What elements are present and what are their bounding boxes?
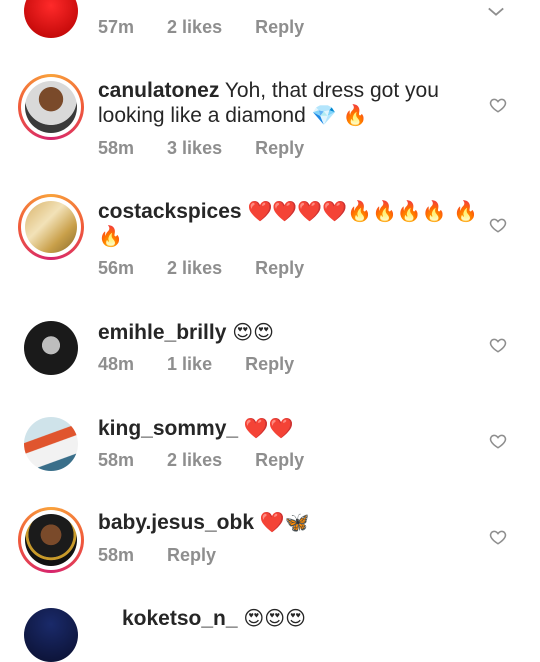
avatar[interactable] bbox=[24, 608, 78, 662]
avatar[interactable] bbox=[24, 0, 78, 38]
comment-username[interactable]: emihle_brilly bbox=[98, 321, 226, 344]
comment-meta: 56m 2 likes Reply bbox=[98, 258, 332, 279]
reply-button[interactable]: Reply bbox=[245, 354, 294, 374]
comment-username[interactable]: costackspices bbox=[98, 200, 242, 223]
comment-emoji: 💎 🔥 bbox=[311, 103, 368, 127]
comment-text: koketso_n_ 😍😍😍 bbox=[122, 606, 502, 631]
heart-outline-icon[interactable] bbox=[489, 432, 507, 450]
comment-time: 56m bbox=[98, 258, 135, 278]
comment-username[interactable]: koketso_n_ bbox=[122, 607, 238, 630]
avatar bbox=[25, 81, 77, 133]
comment-likes[interactable]: 1 like bbox=[167, 354, 212, 374]
comment-meta: 48m 1 like Reply bbox=[98, 354, 322, 375]
comment-emoji: 😍😍 bbox=[232, 320, 274, 344]
avatar[interactable] bbox=[24, 417, 78, 471]
comment-likes[interactable]: 2 likes bbox=[167, 17, 222, 37]
comment-text: king_sommy_ ❤️❤️ bbox=[98, 416, 478, 441]
comment-text: costackspices ❤️❤️❤️❤️🔥🔥🔥🔥 🔥🔥 bbox=[98, 199, 478, 249]
comment-text: emihle_brilly 😍😍 bbox=[98, 320, 478, 345]
comment-username[interactable]: baby.jesus_obk bbox=[98, 511, 254, 534]
comment-time: 48m bbox=[98, 354, 135, 374]
comment-text: baby.jesus_obk ❤️🦋 bbox=[98, 510, 478, 535]
heart-outline-icon[interactable] bbox=[489, 336, 507, 354]
reply-button[interactable]: Reply bbox=[255, 450, 304, 470]
avatar-story-ring[interactable] bbox=[18, 507, 84, 573]
comment-text: canulatonez Yoh, that dress got you look… bbox=[98, 79, 478, 128]
comment-likes[interactable]: 3 likes bbox=[167, 138, 222, 158]
comment-emoji: 😍😍😍 bbox=[243, 606, 306, 630]
comment-time: 57m bbox=[98, 17, 135, 37]
heart-outline-icon[interactable] bbox=[489, 528, 507, 546]
avatar[interactable] bbox=[24, 321, 78, 375]
comment-time: 58m bbox=[98, 138, 135, 158]
avatar bbox=[25, 201, 77, 253]
comment-time: 58m bbox=[98, 450, 135, 470]
reply-button[interactable]: Reply bbox=[167, 545, 216, 565]
avatar bbox=[25, 514, 77, 566]
comment-meta: 58m 3 likes Reply bbox=[98, 138, 332, 159]
comment-meta: 58m Reply bbox=[98, 545, 244, 566]
comment-meta: 58m 2 likes Reply bbox=[98, 450, 332, 471]
comment-likes[interactable]: 2 likes bbox=[167, 258, 222, 278]
reply-button[interactable]: Reply bbox=[255, 258, 304, 278]
chevron-down-icon[interactable] bbox=[487, 3, 505, 21]
comment-emoji: ❤️❤️ bbox=[243, 416, 294, 440]
comment-username[interactable]: canulatonez bbox=[98, 79, 219, 102]
heart-outline-icon[interactable] bbox=[489, 216, 507, 234]
comment-likes[interactable]: 2 likes bbox=[167, 450, 222, 470]
comment-username[interactable]: king_sommy_ bbox=[98, 417, 238, 440]
reply-button[interactable]: Reply bbox=[255, 17, 304, 37]
comment-emoji: ❤️🦋 bbox=[259, 510, 310, 534]
reply-button[interactable]: Reply bbox=[255, 138, 304, 158]
avatar-story-ring[interactable] bbox=[18, 194, 84, 260]
heart-outline-icon[interactable] bbox=[489, 96, 507, 114]
avatar-story-ring[interactable] bbox=[18, 74, 84, 140]
comment-time: 58m bbox=[98, 545, 135, 565]
comment-meta: 57m 2 likes Reply bbox=[98, 17, 332, 38]
